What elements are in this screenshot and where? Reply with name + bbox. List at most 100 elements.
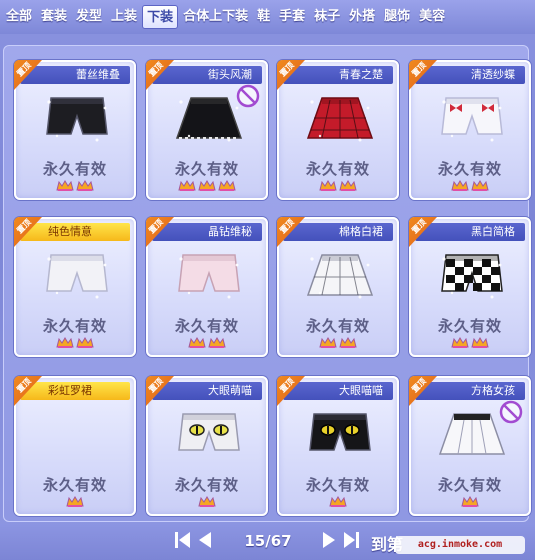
item-card[interactable]: 纯色情意 置顶 永久有效 [14,217,136,357]
tab-9[interactable]: 外搭 [345,5,379,29]
item-image[interactable] [298,245,382,309]
item-image[interactable] [35,88,119,152]
crown-icon [471,337,489,348]
item-name: 蕾丝维叠 [20,66,130,84]
validity-label: 永久有效 [305,160,370,178]
pink-shorts-icon [178,254,240,299]
rainbow-skirt-icon: undefined [37,406,117,466]
black-cat-shorts-icon [309,413,371,451]
item-image[interactable] [298,404,382,468]
white-plaid-skirt-icon [306,254,374,299]
tab-2[interactable]: 发型 [72,5,106,29]
crown-icon [76,180,94,191]
crown-icon [339,180,357,191]
item-name: 彩虹罗裙 [20,382,130,400]
checkered-shorts-icon [441,254,503,299]
crown-icon [461,496,479,507]
crown-icon [471,180,489,191]
crown-rating [148,180,266,194]
item-card[interactable]: 街头风潮 置顶 永久有效 [146,60,268,200]
item-image[interactable] [298,88,382,152]
tab-6[interactable]: 鞋 [253,5,274,29]
item-name: 棉格白裙 [283,223,393,241]
validity-label: 永久有效 [174,317,239,335]
validity-label: 永久有效 [174,476,239,494]
crown-icon [339,337,357,348]
validity-label: 永久有效 [437,317,502,335]
tab-3[interactable]: 上装 [107,5,141,29]
validity-label: 永久有效 [437,160,502,178]
next-page-icon[interactable] [320,530,338,550]
crown-icon [208,337,226,348]
item-image[interactable] [167,404,251,468]
item-name: 青春之楚 [283,66,393,84]
item-card[interactable]: 棉格白裙 置顶 永久有效 [277,217,399,357]
item-image[interactable]: undefined [35,404,119,468]
crown-icon [451,180,469,191]
tab-5[interactable]: 合体上下装 [179,5,252,29]
crown-icon [76,337,94,348]
item-card[interactable]: 清透纱蝶 置顶 永久有效 [409,60,531,200]
item-image[interactable] [167,245,251,309]
item-card[interactable]: 大眼萌喵 置顶 永久有效 [146,376,268,516]
crown-icon [198,496,216,507]
item-image[interactable] [430,88,514,152]
forbidden-icon [499,400,523,424]
validity-label: 永久有效 [437,476,502,494]
item-grid: 蕾丝维叠 置顶 永久有效 街头风潮 置顶 永久有效 青春之楚 置顶 永久有效 清… [3,45,531,522]
black-lace-shorts-icon [46,97,108,142]
validity-label: 永久有效 [174,160,239,178]
crown-rating [16,180,134,194]
white-bow-shorts-icon [441,97,503,142]
crown-rating [411,496,529,510]
first-page-icon[interactable] [174,530,192,550]
prev-page-icon[interactable] [196,530,214,550]
tab-1[interactable]: 套装 [37,5,71,29]
crown-icon [451,337,469,348]
tab-4[interactable]: 下装 [142,5,179,29]
crown-rating [411,180,529,194]
item-card[interactable]: 晶钻维秘 置顶 永久有效 [146,217,268,357]
item-card[interactable]: 黑白简格 置顶 永久有效 [409,217,531,357]
item-name: 黑白简格 [415,223,525,241]
item-card[interactable]: 蕾丝维叠 置顶 永久有效 [14,60,136,200]
forbidden-icon [236,84,260,108]
last-page-icon[interactable] [342,530,360,550]
crown-icon [178,180,196,191]
crown-icon [56,337,74,348]
item-name: 街头风潮 [152,66,262,84]
item-card[interactable]: 大眼喵喵 置顶 永久有效 [277,376,399,516]
crown-icon [218,180,236,191]
page-indicator: 15/67 [244,532,292,550]
crown-rating [148,496,266,510]
item-card[interactable]: 方格女孩 置顶 永久有效 [409,376,531,516]
crown-icon [188,337,206,348]
watermark: acg.inmoke.com [395,536,525,554]
crown-icon [198,180,216,191]
crown-icon [56,180,74,191]
item-card[interactable]: 彩虹罗裙 置顶 undefined 永久有效 [14,376,136,516]
tab-7[interactable]: 手套 [275,5,309,29]
validity-label: 永久有效 [42,317,107,335]
white-cat-shorts-icon [178,413,240,451]
item-image[interactable] [35,245,119,309]
item-name: 方格女孩 [415,382,525,400]
tab-8[interactable]: 袜子 [310,5,344,29]
item-card[interactable]: 青春之楚 置顶 永久有效 [277,60,399,200]
category-tab-bar: 全部 套装 发型 上装 下装 合体上下装鞋手套 袜子 外搭 腿饰 美容 [0,0,535,34]
crown-rating [279,337,397,351]
validity-label: 永久有效 [305,476,370,494]
white-shorts-icon [46,254,108,299]
tab-10[interactable]: 腿饰 [380,5,414,29]
crown-rating [279,496,397,510]
crown-icon [66,496,84,507]
tab-11[interactable]: 美容 [415,5,449,29]
crown-rating [16,337,134,351]
item-name: 大眼萌喵 [152,382,262,400]
crown-rating [411,337,529,351]
tab-0[interactable]: 全部 [2,5,36,29]
crown-icon [329,496,347,507]
item-name: 晶钻维秘 [152,223,262,241]
item-image[interactable] [430,245,514,309]
item-name: 纯色情意 [20,223,130,241]
